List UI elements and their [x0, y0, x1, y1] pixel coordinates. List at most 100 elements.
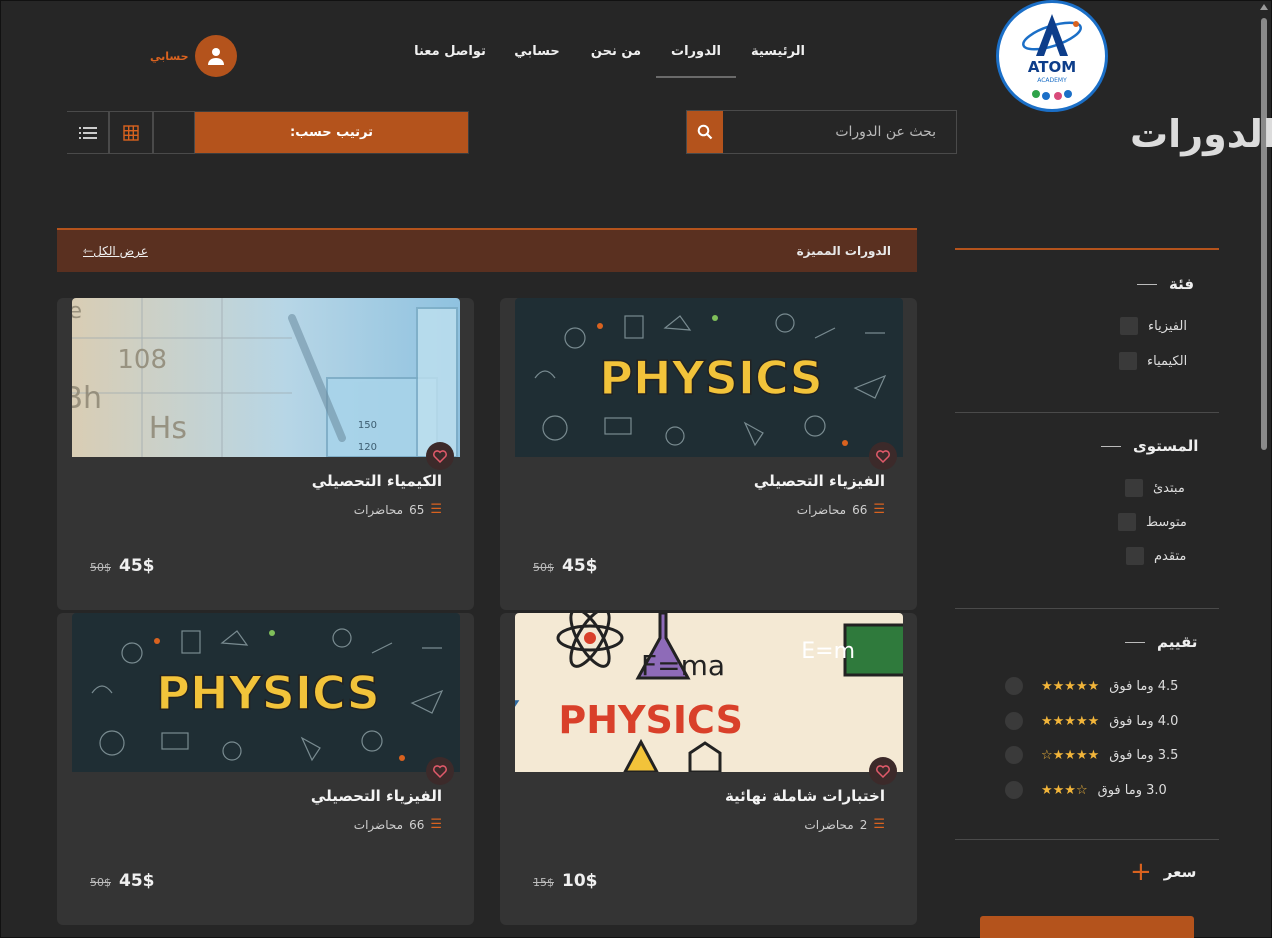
filter-level-intermediate[interactable]: متوسط — [1118, 513, 1187, 531]
checkbox[interactable] — [1120, 317, 1138, 335]
course-card[interactable]: E=m F=ma CHEMISTRY PHYSICS اختبارات شامل… — [500, 613, 917, 925]
list-view-button[interactable] — [67, 111, 109, 154]
list-icon — [78, 126, 97, 139]
search-button[interactable] — [687, 111, 723, 153]
filter-category-chemistry[interactable]: الكيمياء — [1119, 352, 1187, 370]
sidebar-top-divider — [955, 248, 1219, 250]
brand-sub: ACADEMY — [1037, 77, 1067, 84]
course-title[interactable]: الفيزياء التحصيلي — [311, 787, 442, 805]
filter-category-header[interactable]: فئة — [1137, 275, 1194, 293]
nav-home[interactable]: الرئيسية — [745, 44, 811, 78]
old-price: 50$ — [533, 561, 554, 574]
filter-price-title: سعر — [1163, 863, 1197, 881]
svg-text:E=m: E=m — [801, 639, 855, 664]
old-price: 50$ — [90, 561, 111, 574]
nav-account[interactable]: حسابي — [507, 44, 567, 78]
filter-category-title: فئة — [1169, 275, 1195, 293]
filter-label: متوسط — [1146, 514, 1187, 530]
filter-rating-header[interactable]: تقييم — [1125, 633, 1197, 651]
brand-name: ATOM — [1028, 58, 1076, 76]
favorite-button[interactable] — [426, 442, 454, 470]
heart-icon — [433, 449, 447, 463]
course-lectures: ☰ 2 محاضرات — [804, 817, 885, 832]
filter-rating-title: تقييم — [1157, 633, 1198, 651]
filter-rating-3-5[interactable]: 3.5 وما فوق ★★★★☆ — [1005, 746, 1178, 764]
filter-price-header[interactable]: سعر + — [1130, 857, 1197, 887]
current-price: 10$ — [562, 871, 598, 891]
checkbox[interactable] — [1126, 547, 1144, 565]
nav-about[interactable]: من نحن — [586, 44, 646, 78]
filter-level-beginner[interactable]: مبتدئ — [1125, 479, 1185, 497]
lectures-label: محاضرات — [796, 502, 847, 517]
chemistry-lab-image: Re 108 Bh Hs 150 120 — [72, 298, 460, 457]
arrow-left-icon: ⇽ — [83, 244, 94, 258]
current-price: 45$ — [562, 556, 598, 576]
favorite-button[interactable] — [869, 757, 897, 785]
svg-text:CHEMISTRY: CHEMISTRY — [515, 694, 519, 734]
favorite-button[interactable] — [869, 442, 897, 470]
course-price: 15$ 10$ — [533, 871, 598, 891]
radio[interactable] — [1005, 781, 1023, 799]
page-title: الدورات — [1130, 112, 1272, 156]
filter-label: متقدم — [1154, 548, 1187, 564]
svg-text:PHYSICS: PHYSICS — [558, 698, 743, 742]
radio[interactable] — [1005, 746, 1023, 764]
checkbox[interactable] — [1118, 513, 1136, 531]
course-card[interactable]: PHYSICS الفيزياء التحصيلي ☰ 66 محاضرات 50$… — [57, 613, 474, 925]
nav-courses[interactable]: الدورات — [656, 44, 736, 78]
user-menu[interactable]: حسابي — [150, 35, 237, 77]
svg-text:150: 150 — [358, 420, 377, 431]
search-icon — [697, 124, 713, 140]
filter-rating-4-5[interactable]: 4.5 وما فوق ★★★★★ — [1005, 677, 1178, 695]
filter-label: الفيزياء — [1148, 318, 1187, 334]
filter-level-header[interactable]: المستوى — [1101, 437, 1198, 455]
lectures-count: 2 — [859, 817, 868, 832]
user-icon[interactable] — [194, 35, 237, 77]
checkbox[interactable] — [1125, 479, 1143, 497]
course-title[interactable]: الكيمياء التحصيلي — [312, 472, 442, 490]
nav-contact[interactable]: تواصل معنا — [412, 44, 488, 78]
scroll-up-icon[interactable] — [1260, 4, 1268, 10]
course-title[interactable]: اختبارات شاملة نهائية — [725, 787, 885, 805]
sort-dropdown[interactable]: ترتيب حسب: — [194, 111, 469, 154]
apply-filter-button[interactable] — [980, 916, 1194, 938]
favorite-button[interactable] — [426, 757, 454, 785]
search-input[interactable] — [723, 111, 956, 153]
list-icon: ☰ — [430, 817, 442, 832]
scrollbar-thumb[interactable] — [1261, 18, 1267, 450]
course-card[interactable]: Re 108 Bh Hs 150 120 الكيمياء التحصيلي ☰ 65 مح… — [57, 298, 474, 610]
scrollbar[interactable] — [1259, 4, 1269, 938]
course-price: 50$ 45$ — [90, 556, 155, 576]
course-title[interactable]: الفيزياء التحصيلي — [754, 472, 885, 490]
filter-level-advanced[interactable]: متقدم — [1126, 547, 1186, 565]
filter-rating-3-0[interactable]: 3.0 وما فوق ☆★★★ — [1005, 781, 1167, 799]
sidebar-divider — [955, 839, 1219, 840]
stars-icon: ★★★★☆ — [1041, 747, 1100, 763]
stars-icon: ☆★★★ — [1041, 782, 1088, 798]
checkbox[interactable] — [1119, 352, 1137, 370]
filter-label: مبتدئ — [1153, 480, 1185, 496]
svg-text:PHYSICS: PHYSICS — [599, 351, 823, 405]
svg-text:Hs: Hs — [149, 411, 187, 446]
view-all-link[interactable]: عرض الكل⇽ — [83, 244, 148, 258]
chemistry-physics-image: E=m F=ma CHEMISTRY PHYSICS — [515, 613, 903, 772]
filter-rating-4-0[interactable]: 4.0 وما فوق ★★★★★ — [1005, 712, 1178, 730]
old-price: 50$ — [90, 876, 111, 889]
search-box — [686, 110, 957, 154]
stars-icon: ★★★★★ — [1041, 678, 1100, 694]
physics-course-image: PHYSICS — [515, 298, 903, 457]
lectures-count: 66 — [409, 817, 425, 832]
grid-view-button[interactable] — [109, 111, 153, 154]
stars-icon: ★★★★★ — [1041, 713, 1100, 729]
radio[interactable] — [1005, 712, 1023, 730]
list-icon: ☰ — [430, 502, 442, 517]
list-icon: ☰ — [873, 502, 885, 517]
plus-icon: + — [1130, 857, 1152, 887]
radio[interactable] — [1005, 677, 1023, 695]
logo[interactable]: ATOM ACADEMY — [996, 0, 1108, 112]
svg-text:Re: Re — [72, 299, 82, 324]
course-lectures: ☰ 65 محاضرات — [354, 502, 442, 517]
user-name[interactable]: حسابي — [150, 50, 189, 63]
filter-category-physics[interactable]: الفيزياء — [1120, 317, 1187, 335]
course-card[interactable]: PHYSICS الفيزياء التحصيلي ☰ 66 محاضرات 50$… — [500, 298, 917, 610]
